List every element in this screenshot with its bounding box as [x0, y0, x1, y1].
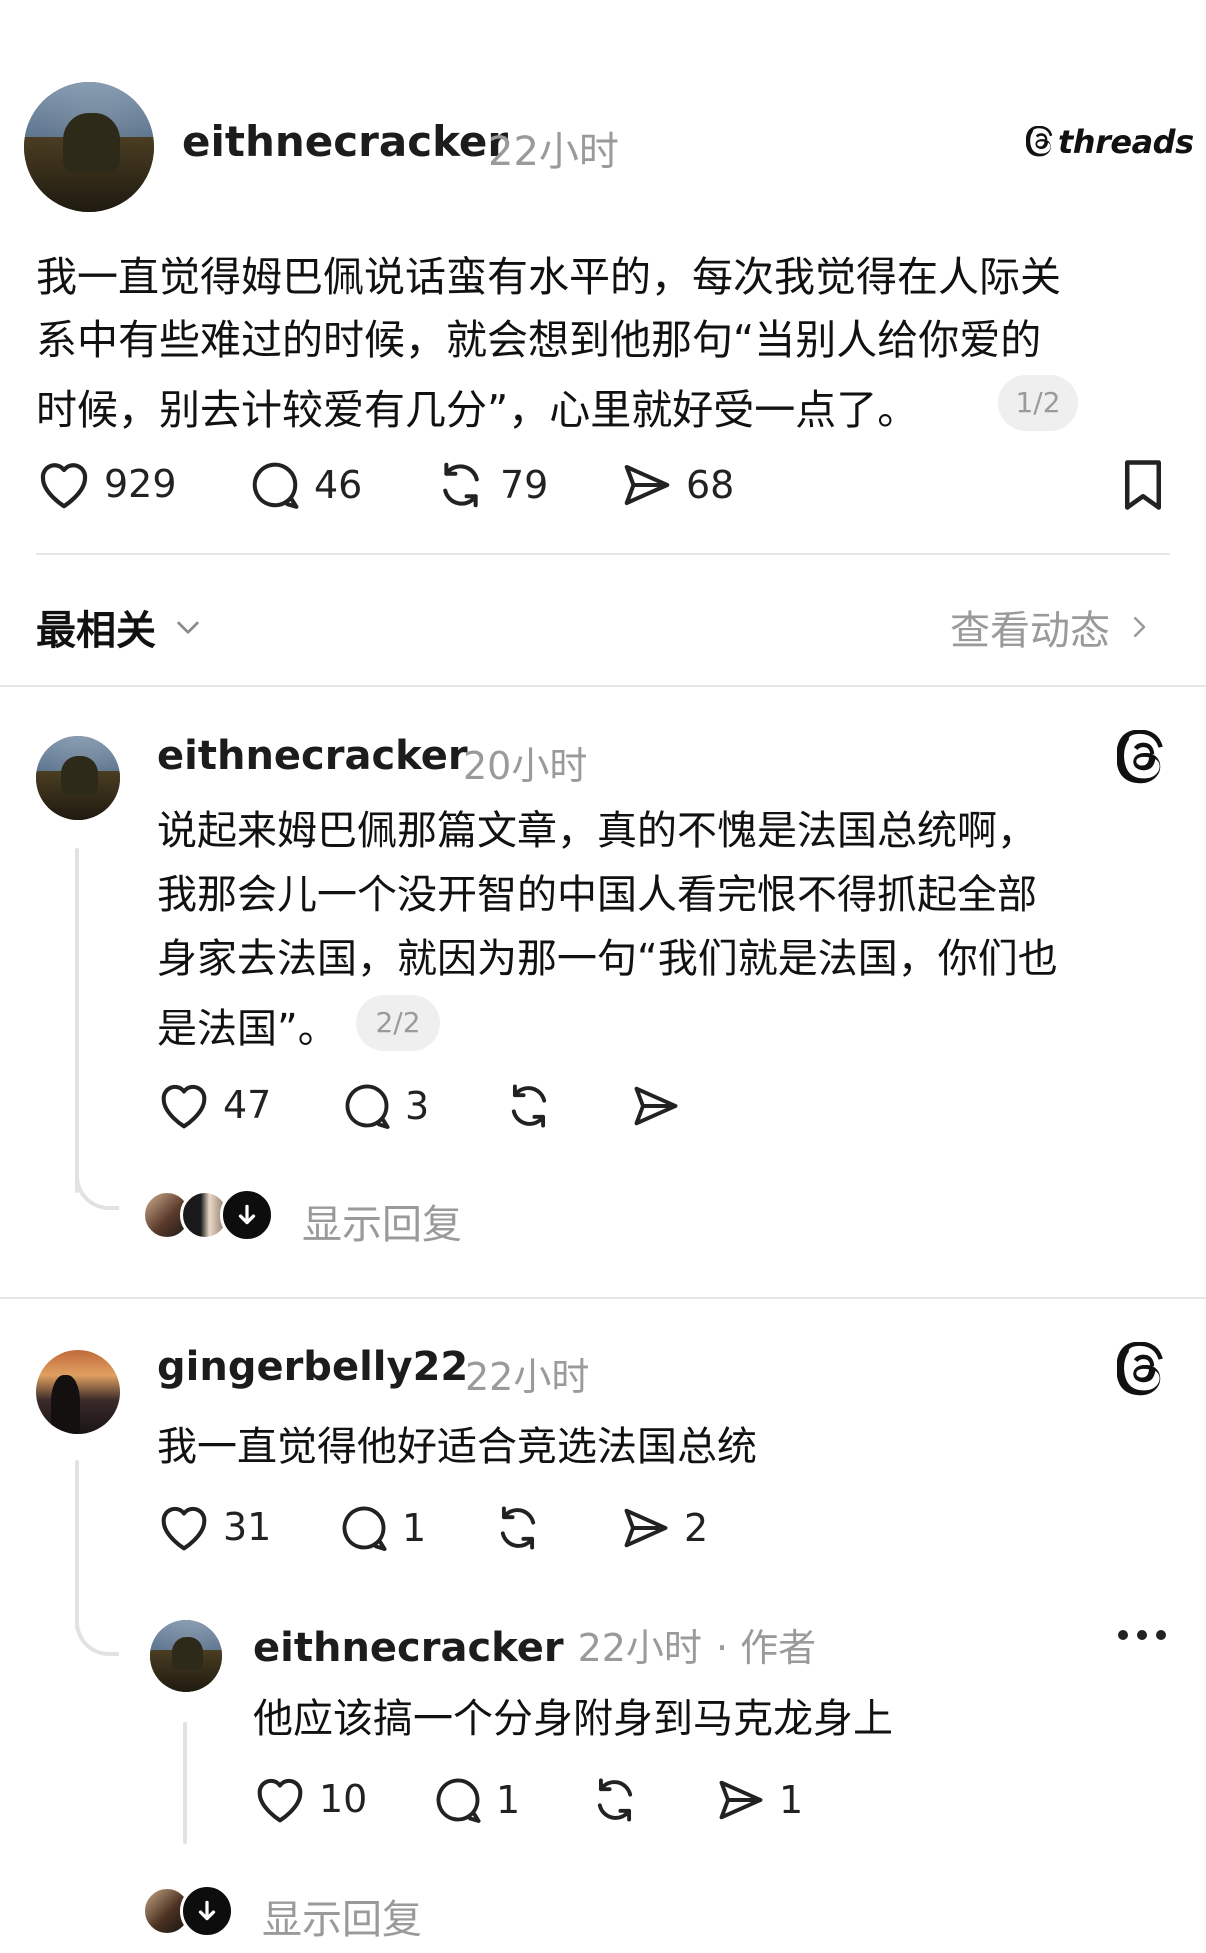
- repost-button[interactable]: [503, 1080, 555, 1132]
- like-button[interactable]: 47: [157, 1080, 271, 1130]
- chevron-down-icon: [177, 621, 199, 634]
- post-text-line: 系中有些难过的时候，就会想到他那句“当别人给你爱的: [36, 316, 1042, 364]
- threads-logo[interactable]: threads: [1026, 123, 1194, 161]
- sort-label: 最相关: [36, 608, 156, 654]
- comment-icon: [342, 1506, 387, 1551]
- reply-text: 他应该搞一个分身附身到马克龙身上: [253, 1696, 893, 1742]
- repost-icon: [597, 1778, 633, 1822]
- comment-count: 3: [405, 1084, 430, 1128]
- sort-dropdown[interactable]: 最相关: [36, 598, 204, 656]
- post-text-line: 时候，别去计较爱有几分”，心里就好受一点了。: [36, 386, 919, 434]
- reply-username[interactable]: eithnecracker: [253, 1625, 564, 1671]
- comment-button[interactable]: 1: [432, 1774, 520, 1826]
- heart-icon: [161, 1084, 207, 1129]
- send-icon: [634, 1086, 678, 1126]
- comment-icon: [436, 1778, 481, 1823]
- repost-button[interactable]: [589, 1774, 641, 1826]
- reply-username[interactable]: eithnecracker: [157, 733, 468, 779]
- like-button[interactable]: 929: [36, 458, 177, 510]
- thread-curve: [75, 1600, 119, 1656]
- show-replies-link[interactable]: 显示回复: [262, 1887, 422, 1945]
- author-tag: · 作者: [715, 1626, 817, 1670]
- repost-button[interactable]: 79: [434, 458, 548, 512]
- chevron-right-icon: [1134, 617, 1146, 637]
- page-badge[interactable]: 1/2: [998, 375, 1078, 431]
- repost-icon: [443, 462, 479, 508]
- send-icon: [624, 1508, 668, 1548]
- share-count: 2: [684, 1506, 709, 1550]
- dot-icon: [1137, 1630, 1147, 1640]
- brand-label: threads: [1058, 123, 1194, 161]
- heart-icon: [40, 463, 88, 509]
- dot-icon: [1118, 1630, 1128, 1640]
- divider: [36, 553, 1170, 555]
- bookmark-icon: [1125, 460, 1161, 510]
- avatar[interactable]: [36, 736, 120, 820]
- share-count: 68: [686, 463, 735, 507]
- like-count: 31: [223, 1505, 272, 1549]
- like-button[interactable]: 31: [157, 1502, 271, 1552]
- like-count: 47: [223, 1083, 272, 1127]
- avatar[interactable]: [24, 82, 154, 212]
- send-icon: [719, 1780, 763, 1820]
- reply-time: 22小时: [465, 1355, 590, 1399]
- avatar[interactable]: [36, 1350, 120, 1434]
- arrow-down-icon[interactable]: [220, 1188, 274, 1242]
- share-button[interactable]: 1: [715, 1774, 803, 1826]
- post-text-line: 我一直觉得姆巴佩说话蛮有水平的，每次我觉得在人际关: [36, 253, 1061, 301]
- reply-username[interactable]: gingerbelly22: [157, 1344, 468, 1390]
- comment-count: 1: [402, 1506, 427, 1550]
- reply-time: 22小时: [577, 1626, 702, 1670]
- more-options-button[interactable]: [1118, 1630, 1166, 1640]
- avatar[interactable]: [150, 1620, 222, 1692]
- repost-count: 79: [500, 463, 549, 507]
- divider: [0, 1297, 1206, 1299]
- thread-curve: [75, 1150, 119, 1210]
- reply-text-line: 我那会儿一个没开智的中国人看完恨不得抓起全部: [157, 872, 1037, 918]
- threads-icon: [1026, 126, 1053, 157]
- like-button[interactable]: 10: [253, 1774, 367, 1824]
- comment-button[interactable]: 46: [248, 458, 362, 512]
- send-icon: [624, 464, 670, 506]
- threads-icon[interactable]: [1116, 729, 1169, 790]
- page-badge[interactable]: 2/2: [356, 995, 440, 1051]
- view-activity-label: 查看动态: [950, 608, 1110, 654]
- heart-icon: [257, 1778, 303, 1823]
- reply-text-line: 是法国”。: [157, 1006, 338, 1052]
- repost-icon: [500, 1506, 536, 1550]
- reply-header: eithnecracker 22小时 · 作者: [253, 1617, 816, 1672]
- reply-time: 20小时: [463, 744, 588, 788]
- threads-icon[interactable]: [1116, 1341, 1169, 1402]
- reply-text-line: 说起来姆巴佩那篇文章，真的不愧是法国总统啊，: [157, 808, 1037, 854]
- repost-button[interactable]: [492, 1502, 544, 1554]
- bookmark-button[interactable]: [1120, 458, 1166, 512]
- repost-icon: [511, 1084, 547, 1128]
- comment-icon: [345, 1084, 390, 1129]
- share-button[interactable]: [630, 1080, 682, 1132]
- view-activity-link[interactable]: 查看动态: [950, 598, 1154, 656]
- thread-line: [75, 848, 79, 1193]
- comment-button[interactable]: 1: [338, 1502, 426, 1554]
- comment-button[interactable]: 3: [341, 1080, 429, 1132]
- like-count: 929: [104, 462, 177, 506]
- arrow-down-icon[interactable]: [180, 1884, 234, 1938]
- share-button[interactable]: 68: [620, 458, 734, 512]
- comment-count: 46: [314, 463, 363, 507]
- reply-text: 我一直觉得他好适合竞选法国总统: [157, 1424, 757, 1470]
- like-count: 10: [319, 1777, 368, 1821]
- post-time: 22小时: [488, 129, 619, 175]
- post-username[interactable]: eithnecracker: [182, 117, 508, 166]
- reply-text-line: 身家去法国，就因为那一句“我们就是法国，你们也: [157, 936, 1058, 982]
- comment-icon: [252, 462, 299, 509]
- dot-icon: [1156, 1630, 1166, 1640]
- share-button[interactable]: 2: [620, 1502, 708, 1554]
- share-count: 1: [779, 1778, 804, 1822]
- divider: [0, 685, 1206, 687]
- show-replies-link[interactable]: 显示回复: [302, 1192, 462, 1250]
- heart-icon: [161, 1506, 207, 1551]
- thread-line: [183, 1722, 187, 1844]
- comment-count: 1: [496, 1778, 521, 1822]
